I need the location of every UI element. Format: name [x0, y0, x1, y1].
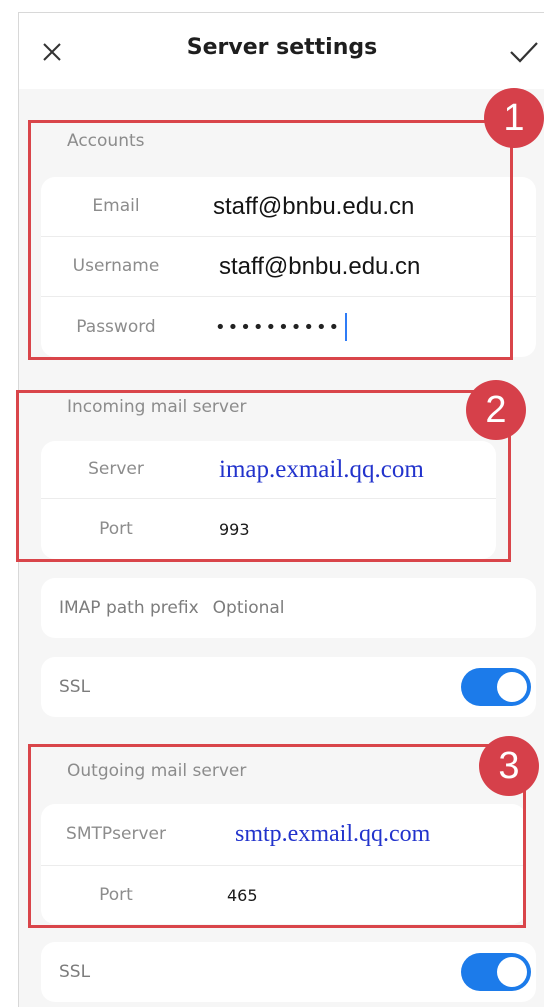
- incoming-port-row: Port 993: [41, 499, 496, 559]
- username-label: Username: [72, 256, 160, 277]
- accounts-card: Email staff@bnbu.edu.cn Username staff@b…: [41, 177, 536, 357]
- incoming-section-label: Incoming mail server: [67, 397, 247, 417]
- username-row: Username staff@bnbu.edu.cn: [41, 237, 536, 297]
- outgoing-ssl-row: SSL: [41, 942, 536, 1002]
- step-badge-3: 3: [479, 736, 539, 796]
- password-row: Password ••••••••••: [41, 297, 536, 357]
- incoming-server-field[interactable]: imap.exmail.qq.com: [219, 441, 424, 498]
- incoming-server-row: Server imap.exmail.qq.com: [41, 441, 496, 499]
- step-badge-1: 1: [484, 88, 544, 148]
- imap-prefix-row[interactable]: IMAP path prefix Optional: [41, 578, 536, 638]
- server-settings-screen: Server settings Accounts Email staff@bnb…: [18, 12, 544, 1007]
- outgoing-ssl-toggle[interactable]: [461, 953, 531, 991]
- password-label: Password: [76, 316, 156, 337]
- incoming-card: Server imap.exmail.qq.com Port 993: [41, 441, 496, 559]
- smtp-label-line2: server: [112, 824, 166, 845]
- imap-prefix-label: IMAP path prefix: [59, 598, 199, 618]
- imap-prefix-placeholder: Optional: [212, 598, 285, 618]
- incoming-server-label: Server: [88, 459, 144, 480]
- toggle-knob: [497, 957, 527, 987]
- step-badge-2: 2: [466, 380, 526, 440]
- incoming-port-label: Port: [99, 518, 133, 539]
- outgoing-port-label: Port: [99, 884, 133, 905]
- incoming-ssl-toggle[interactable]: [461, 668, 531, 706]
- smtp-server-field[interactable]: smtp.exmail.qq.com: [235, 804, 430, 865]
- email-label: Email: [92, 196, 140, 217]
- email-field[interactable]: staff@bnbu.edu.cn: [213, 177, 414, 236]
- accounts-section-label: Accounts: [67, 131, 145, 151]
- confirm-button[interactable]: [509, 37, 544, 67]
- outgoing-port-row: Port 465: [41, 866, 526, 924]
- imap-prefix-field[interactable]: IMAP path prefix Optional: [59, 578, 285, 638]
- text-cursor: [345, 313, 348, 341]
- email-row: Email staff@bnbu.edu.cn: [41, 177, 536, 237]
- password-dots: ••••••••••: [215, 316, 342, 338]
- outgoing-ssl-label: SSL: [59, 962, 91, 982]
- incoming-ssl-label: SSL: [59, 677, 91, 697]
- outgoing-port-field[interactable]: 465: [227, 866, 258, 924]
- smtp-server-label: SMTP server: [41, 804, 191, 865]
- header-bar: Server settings: [19, 13, 544, 89]
- smtp-label-line1: SMTP: [66, 824, 113, 845]
- smtp-server-row: SMTP server smtp.exmail.qq.com: [41, 804, 526, 866]
- outgoing-section-label: Outgoing mail server: [67, 761, 247, 781]
- page-title: Server settings: [186, 35, 378, 60]
- incoming-ssl-row: SSL: [41, 657, 536, 717]
- username-field[interactable]: staff@bnbu.edu.cn: [219, 237, 420, 296]
- incoming-port-field[interactable]: 993: [219, 499, 250, 559]
- toggle-knob: [497, 672, 527, 702]
- checkmark-icon: [510, 42, 538, 63]
- password-field[interactable]: ••••••••••: [215, 297, 348, 357]
- outgoing-card: SMTP server smtp.exmail.qq.com Port 465: [41, 804, 526, 924]
